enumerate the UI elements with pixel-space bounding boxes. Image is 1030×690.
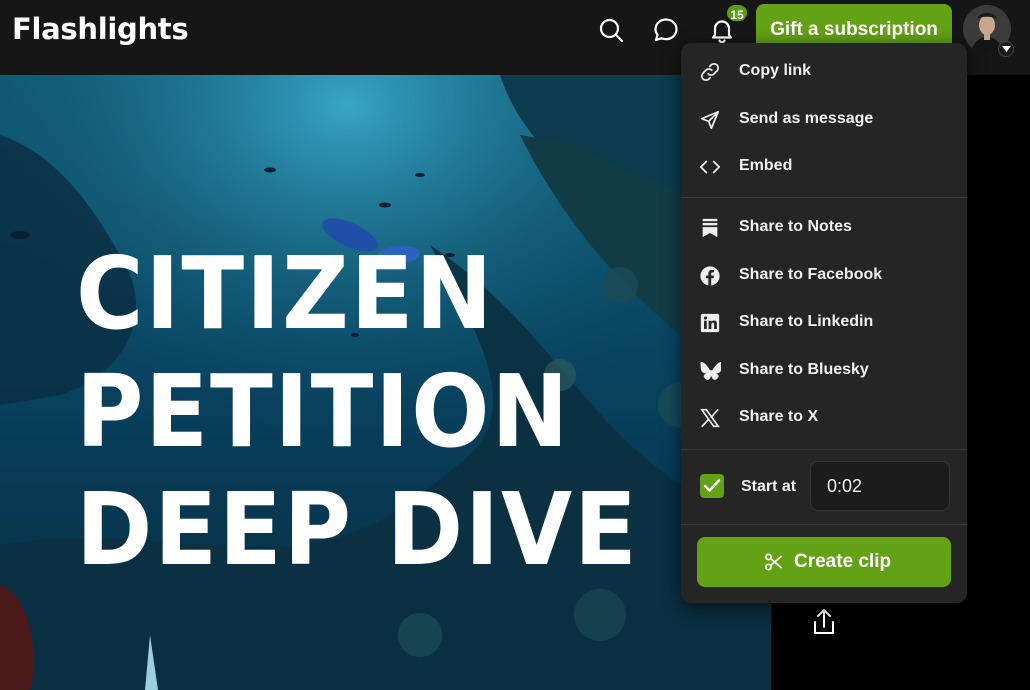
- menu-divider: [681, 524, 967, 525]
- share-to-bluesky-item[interactable]: Share to Bluesky: [681, 349, 967, 393]
- menu-item-label: Copy link: [739, 62, 812, 79]
- video-player[interactable]: CITIZEN PETITION DEEP DIVE: [0, 75, 771, 690]
- brand-title[interactable]: Flashlights: [12, 12, 189, 46]
- menu-item-label: Share to Linkedin: [739, 313, 874, 330]
- create-clip-label: Create clip: [794, 551, 892, 572]
- send-icon: [699, 109, 721, 131]
- menu-item-label: Send as message: [739, 110, 874, 127]
- code-icon: [699, 156, 721, 178]
- share-to-facebook-item[interactable]: Share to Facebook: [681, 254, 967, 298]
- send-as-message-item[interactable]: Send as message: [681, 98, 967, 142]
- scissors-icon: [764, 552, 784, 572]
- video-title-line: CITIZEN: [76, 235, 495, 352]
- menu-item-label: Share to Facebook: [739, 266, 883, 283]
- video-title-line: PETITION: [76, 353, 571, 470]
- notes-icon: [699, 217, 721, 239]
- share-to-x-item[interactable]: Share to X: [681, 396, 967, 440]
- linkedin-icon: [699, 312, 721, 334]
- start-at-time-input[interactable]: [810, 461, 950, 511]
- menu-item-label: Share to Notes: [739, 218, 852, 235]
- notification-badge: 15: [725, 3, 749, 23]
- copy-link-item[interactable]: Copy link: [681, 50, 967, 94]
- bluesky-icon: [699, 360, 722, 382]
- menu-item-label: Embed: [739, 157, 793, 174]
- search-icon[interactable]: [597, 16, 625, 44]
- start-at-checkbox[interactable]: [700, 474, 724, 498]
- share-icon[interactable]: [810, 607, 838, 637]
- x-icon: [699, 407, 721, 429]
- create-clip-button[interactable]: Create clip: [697, 537, 951, 587]
- menu-item-label: Share to Bluesky: [739, 361, 869, 378]
- share-to-notes-item[interactable]: Share to Notes: [681, 206, 967, 250]
- start-at-label: Start at: [741, 478, 797, 495]
- embed-item[interactable]: Embed: [681, 145, 967, 189]
- link-icon: [699, 61, 721, 83]
- menu-divider: [681, 449, 967, 450]
- menu-divider: [681, 197, 967, 198]
- check-icon: [703, 479, 721, 492]
- share-menu: Copy link Send as message Embed Share to…: [681, 43, 967, 603]
- facebook-icon: [699, 265, 721, 287]
- video-title-overlay: CITIZEN PETITION DEEP DIVE: [76, 235, 639, 589]
- chevron-down-icon[interactable]: [998, 41, 1014, 57]
- menu-item-label: Share to X: [739, 408, 819, 425]
- share-to-linkedin-item[interactable]: Share to Linkedin: [681, 301, 967, 345]
- chat-icon[interactable]: [652, 16, 680, 44]
- video-title-line: DEEP DIVE: [76, 471, 639, 588]
